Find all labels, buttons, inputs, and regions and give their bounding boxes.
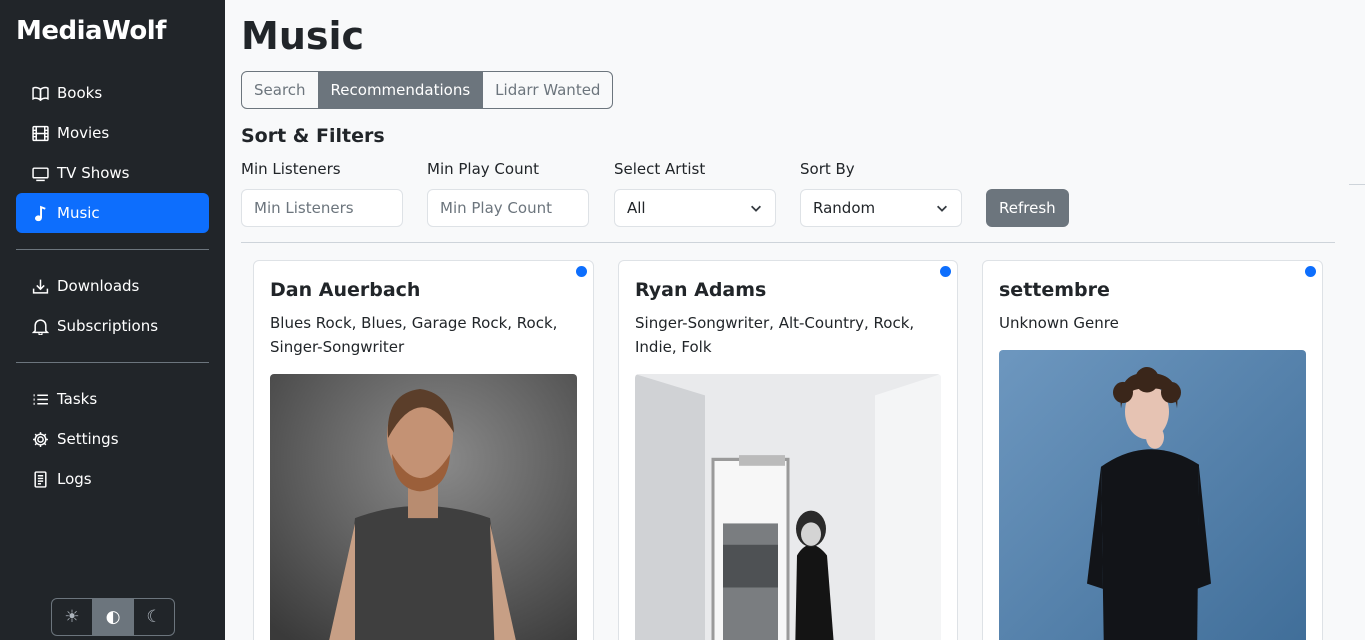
artist-genre: Blues Rock, Blues, Garage Rock, Rock, Si… [270,314,558,356]
bell-icon [32,318,49,335]
artist-photo [999,350,1306,640]
sidebar-item-tv-shows[interactable]: TV Shows [16,153,209,193]
brand-logo[interactable]: MediaWolf [16,16,166,46]
theme-dark-button[interactable]: ☾ [133,599,174,635]
tv-icon [32,165,49,182]
sidebar-divider [16,362,209,363]
artist-card[interactable]: Ryan Adams Singer-Songwriter, Alt-Countr… [618,260,958,640]
tab-recommendations[interactable]: Recommendations [317,72,483,108]
filter-sort-by: Sort By Random [800,160,962,227]
select-value: Random [813,199,876,217]
document-icon [32,470,49,488]
status-indicator [1305,266,1316,277]
sidebar-item-settings[interactable]: Settings [16,419,209,459]
nav-group-media: Books Movies TV Shows Music [16,73,209,233]
music-note-icon [32,205,49,222]
artist-card[interactable]: settembre Unknown Genre [982,260,1323,640]
tab-search[interactable]: Search [242,72,318,108]
moon-icon: ☾ [146,607,162,627]
film-icon [32,125,49,142]
artist-photo [270,374,577,640]
section-title: Sort & Filters [241,125,385,147]
sidebar-item-books[interactable]: Books [16,73,209,113]
scroll-edge-line [1349,184,1365,185]
filter-min-listeners: Min Listeners Min Listeners [241,160,403,227]
artist-card[interactable]: Dan Auerbach Blues Rock, Blues, Garage R… [253,260,594,640]
sidebar: MediaWolf Books Movies TV Shows Music Do… [0,0,225,640]
sidebar-item-label: Movies [57,124,110,142]
filter-label: Select Artist [614,160,706,178]
artist-photo [635,374,941,640]
page-title: Music [241,14,365,58]
filter-label: Min Play Count [427,160,539,178]
sidebar-item-label: Books [57,84,103,102]
sidebar-item-label: Settings [57,430,119,448]
download-icon [32,278,49,295]
select-artist-dropdown[interactable]: All [614,189,776,227]
theme-toggle-group: ☀ ◐ ☾ [51,598,175,636]
content-divider [241,242,1335,243]
nav-group-system: Tasks Settings Logs [16,379,209,499]
book-icon [32,85,49,102]
filter-label: Sort By [800,160,855,178]
artist-genre: Unknown Genre [999,314,1119,332]
sidebar-item-tasks[interactable]: Tasks [16,379,209,419]
filter-min-play-count: Min Play Count Min Play Count [427,160,589,227]
sidebar-item-music[interactable]: Music [16,193,209,233]
sidebar-item-subscriptions[interactable]: Subscriptions [16,306,209,346]
sidebar-divider [16,249,209,250]
chevron-down-icon [935,201,949,215]
contrast-icon: ◐ [105,607,121,627]
music-tabs: Search Recommendations Lidarr Wanted [241,71,614,109]
min-listeners-input[interactable]: Min Listeners [241,189,403,227]
sidebar-item-label: Downloads [57,277,140,295]
main-content: Music Search Recommendations Lidarr Want… [225,0,1365,640]
sun-icon: ☀ [64,607,80,627]
sidebar-item-downloads[interactable]: Downloads [16,266,209,306]
status-indicator [940,266,951,277]
gear-icon [32,431,49,448]
theme-light-button[interactable]: ☀ [52,599,92,635]
min-play-count-input[interactable]: Min Play Count [427,189,589,227]
artist-name: Dan Auerbach [270,279,421,301]
theme-auto-button[interactable]: ◐ [92,599,133,635]
select-value: All [627,199,646,217]
sidebar-item-label: Subscriptions [57,317,159,335]
chevron-down-icon [749,201,763,215]
artist-name: Ryan Adams [635,279,767,301]
filter-label: Min Listeners [241,160,341,178]
tab-lidarr-wanted[interactable]: Lidarr Wanted [482,72,612,108]
sidebar-item-movies[interactable]: Movies [16,113,209,153]
artist-name: settembre [999,279,1110,301]
sidebar-item-logs[interactable]: Logs [16,459,209,499]
sort-by-dropdown[interactable]: Random [800,189,962,227]
artist-genre: Singer-Songwriter, Alt-Country, Rock, In… [635,314,915,356]
filter-select-artist: Select Artist All [614,160,776,227]
sidebar-item-label: TV Shows [57,164,130,182]
list-icon [32,391,49,408]
refresh-button[interactable]: Refresh [986,189,1069,227]
sidebar-item-label: Music [57,204,100,222]
status-indicator [576,266,587,277]
sidebar-item-label: Logs [57,470,92,488]
nav-group-downloads: Downloads Subscriptions [16,266,209,346]
sidebar-item-label: Tasks [57,390,98,408]
